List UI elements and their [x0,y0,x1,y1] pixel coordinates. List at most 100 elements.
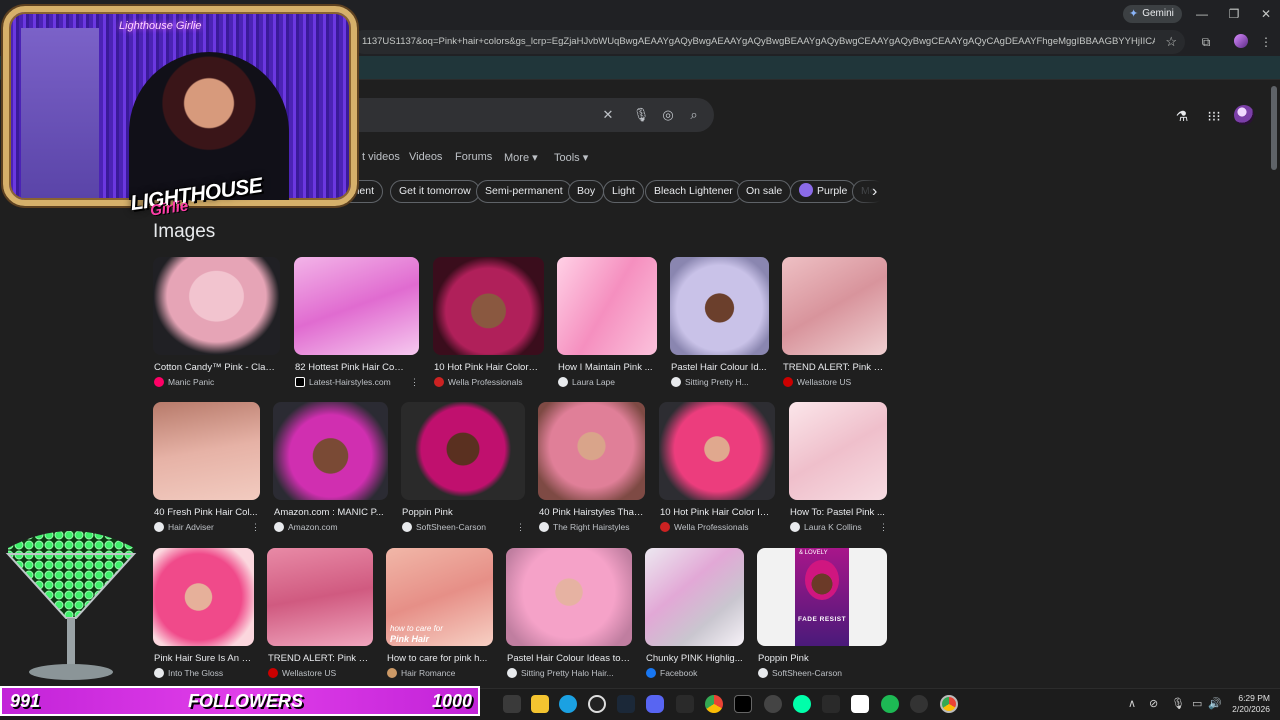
chip-purple[interactable]: Purple [790,180,857,203]
bookmark-star-icon[interactable]: ☆ [1165,34,1177,50]
image-result[interactable]: & LOVELY FADE RESIST Poppin Pink SoftShe… [757,548,887,683]
image-thumbnail[interactable] [273,402,388,500]
image-thumbnail[interactable]: & LOVELY FADE RESIST [757,548,887,646]
image-source[interactable]: Into The Gloss [154,668,223,678]
image-title[interactable]: Pink Hair Sure Is An I... [154,653,252,664]
image-title[interactable]: How to care for pink h... [387,653,492,664]
search-input[interactable]: ✕ 🎙 ◎ ⌕ [338,98,714,132]
capcut-icon[interactable] [851,695,869,713]
image-result[interactable]: Amazon.com : MANIC P... Amazon.com [273,402,388,537]
image-result[interactable]: Poppin Pink SoftSheen-Carson ⋮ [401,402,525,537]
system-clock[interactable]: 6:29 PM 2/20/2026 [1222,693,1270,715]
image-source[interactable]: Sitting Pretty Halo Hair... [507,668,614,678]
image-thumbnail[interactable] [670,257,769,355]
image-source[interactable]: Wella Professionals [660,522,749,532]
image-result[interactable]: Chunky PINK Highlig... Facebook [645,548,744,683]
image-title[interactable]: 40 Fresh Pink Hair Col... [154,507,259,518]
image-result[interactable]: how to care for Pink Hair How to care fo… [386,548,493,683]
chip-light[interactable]: Light [603,180,644,203]
tab-short-videos[interactable]: t videos [362,151,400,163]
image-thumbnail[interactable] [538,402,645,500]
obs-icon[interactable] [588,695,606,713]
image-title[interactable]: 40 Pink Hairstyles That... [539,507,644,518]
volume-icon[interactable]: 🔊 [1208,697,1222,710]
image-title[interactable]: Pastel Hair Colour Ideas to ... [507,653,631,664]
image-source[interactable]: The Right Hairstyles [539,522,630,532]
discord-icon[interactable] [646,695,664,713]
menu-kebab-icon[interactable]: ⋮ [1256,32,1276,52]
image-thumbnail[interactable] [782,257,887,355]
image-title[interactable]: 82 Hottest Pink Hair Color I... [295,362,405,373]
image-source[interactable]: Sitting Pretty H... [671,377,749,387]
edge-icon[interactable] [559,695,577,713]
image-result[interactable]: Pink Hair Sure Is An I... Into The Gloss [153,548,254,683]
app-swirl-icon[interactable] [793,695,811,713]
image-source[interactable]: Hair Romance [387,668,455,678]
image-source[interactable]: Laura K Collins [790,522,862,532]
tab-forums[interactable]: Forums [455,151,492,163]
image-source[interactable]: Hair Adviser [154,522,214,532]
search-icon[interactable]: ⌕ [685,106,703,124]
chevron-right-icon[interactable]: › [872,183,877,201]
image-thumbnail[interactable] [557,257,657,355]
apps-grid-icon[interactable]: ⁝⁝⁝ [1204,106,1224,126]
image-result[interactable]: TREND ALERT: Pink Ha... Wellastore US [782,257,887,392]
image-thumbnail[interactable] [294,257,419,355]
image-source[interactable]: Latest-Hairstyles.com [295,377,391,387]
image-title[interactable]: Amazon.com : MANIC P... [274,507,384,518]
task-view-icon[interactable] [503,695,521,713]
image-title[interactable]: 10 Hot Pink Hair Color I... [434,362,540,373]
tab-tools[interactable]: Tools ▾ [554,151,588,164]
image-title[interactable]: Poppin Pink [402,507,522,518]
image-title[interactable]: Chunky PINK Highlig... [646,653,743,664]
image-title[interactable]: Cotton Candy™ Pink - Classi... [154,362,279,373]
media-player-icon[interactable] [764,695,782,713]
image-thumbnail[interactable] [267,548,373,646]
image-result[interactable]: 10 Hot Pink Hair Color I... Wella Profes… [433,257,544,392]
image-source[interactable]: Manic Panic [154,377,214,387]
image-source[interactable]: Facebook [646,668,697,678]
image-result[interactable]: Pastel Hair Colour Id... Sitting Pretty … [670,257,769,392]
account-avatar[interactable] [1234,105,1254,125]
image-thumbnail[interactable] [433,257,544,355]
chip-on-sale[interactable]: On sale [737,180,792,203]
network-off-icon[interactable]: ⊘ [1149,697,1158,710]
chip-get-it-tomorrow[interactable]: Get it tomorrow [390,180,480,203]
tab-more[interactable]: More ▾ [504,151,538,164]
image-source[interactable]: Wella Professionals [434,377,523,387]
spotify-icon[interactable] [881,695,899,713]
close-window-icon[interactable]: ✕ [1254,4,1278,24]
microphone-icon[interactable]: 🎙 [1171,697,1185,710]
image-title[interactable]: Poppin Pink [758,653,886,664]
url-text[interactable]: 1137US1137&oq=Pink+hair+colors&gs_lcrp=E… [362,30,1155,54]
image-result[interactable]: Cotton Candy™ Pink - Classi... Manic Pan… [153,257,280,392]
image-source[interactable]: Wellastore US [783,377,851,387]
chip-semi-permanent[interactable]: Semi-permanent [476,180,572,203]
image-title[interactable]: How To: Pastel Pink ... [790,507,886,518]
chrome-icon[interactable] [705,695,723,713]
app-a-icon[interactable] [734,695,752,713]
chrome-active-icon[interactable] [940,695,958,713]
tab-search-icon[interactable]: ⧉ [1196,32,1216,52]
clear-icon[interactable]: ✕ [599,106,617,124]
app-dots-icon[interactable] [910,695,928,713]
chip-boy[interactable]: Boy [568,180,605,203]
image-source[interactable]: Wellastore US [268,668,336,678]
minimize-icon[interactable]: — [1190,4,1214,24]
image-result[interactable]: Pastel Hair Colour Ideas to ... Sitting … [506,548,632,683]
image-thumbnail[interactable] [153,402,260,500]
image-title[interactable]: TREND ALERT: Pink Ha... [783,362,886,373]
gemini-button[interactable]: ✦ Gemini [1123,5,1182,23]
epic-games-icon[interactable] [676,695,694,713]
calculator-icon[interactable] [822,695,840,713]
file-explorer-icon[interactable] [531,695,549,713]
image-thumbnail[interactable] [659,402,775,500]
tray-chevron-icon[interactable]: ∧ [1128,697,1136,710]
image-source[interactable]: Laura Lape [558,377,615,387]
maximize-icon[interactable]: ❐ [1222,4,1246,24]
image-result[interactable]: 82 Hottest Pink Hair Color I... Latest-H… [294,257,419,392]
image-result[interactable]: 10 Hot Pink Hair Color Id... Wella Profe… [659,402,775,537]
image-result[interactable]: 40 Pink Hairstyles That... The Right Hai… [538,402,645,537]
image-thumbnail[interactable] [153,257,280,355]
image-source[interactable]: SoftSheen-Carson [402,522,486,532]
